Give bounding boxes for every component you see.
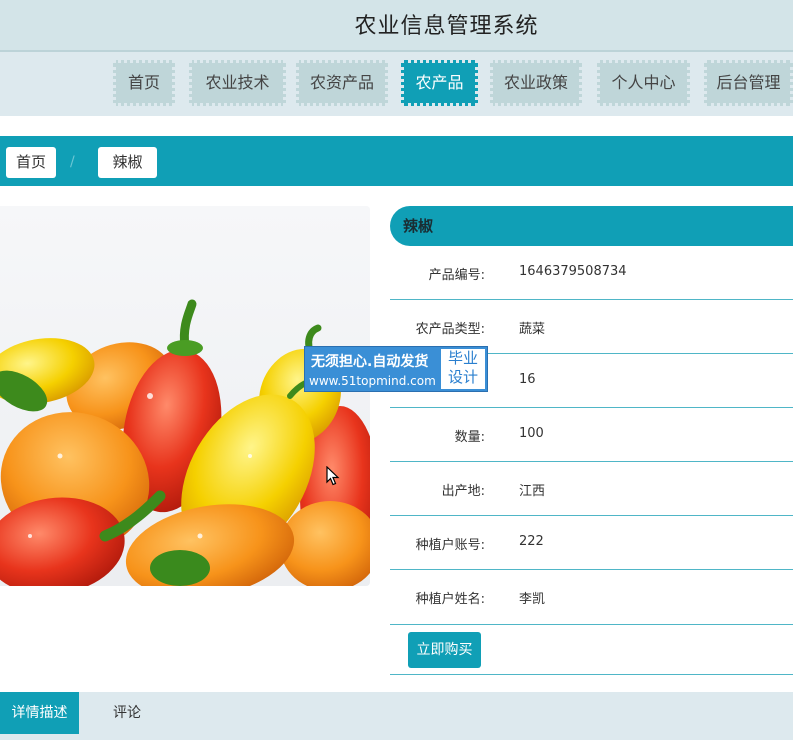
tab-details[interactable]: 详情描述 — [0, 692, 79, 734]
header: 农业信息管理系统 — [0, 0, 793, 52]
info-row-grower-name: 种植户姓名: 李凯 — [390, 570, 793, 624]
info-label: 出产地: — [441, 484, 485, 499]
watermark-text: 无须担心.自动发货 — [311, 354, 429, 370]
divider — [390, 624, 793, 625]
info-label: 数量: — [454, 430, 485, 445]
nav-item-admin[interactable]: 后台管理 — [704, 60, 793, 106]
nav-item-agri-supplies[interactable]: 农资产品 — [296, 60, 388, 106]
breadcrumb-current: 辣椒 — [98, 147, 157, 178]
pepper-image — [0, 206, 370, 586]
info-row-quantity: 数量: 100 — [390, 408, 793, 462]
info-value: 1646379508734 — [519, 264, 627, 279]
nav-item-agri-products[interactable]: 农产品 — [401, 60, 478, 106]
info-label: 产品编号: — [428, 268, 485, 283]
nav-item-home[interactable]: 首页 — [113, 60, 175, 106]
info-value: 222 — [519, 534, 544, 549]
divider — [390, 674, 793, 675]
info-label: 农产品类型: — [415, 322, 485, 337]
watermark-badge-bottom: 设计 — [447, 368, 478, 386]
product-info-panel: 辣椒 产品编号: 1646379508734 农产品类型: 蔬菜 16 数量: … — [390, 206, 793, 676]
info-value: 蔬菜 — [519, 322, 546, 337]
product-name: 辣椒 — [390, 206, 793, 246]
info-value: 100 — [519, 426, 544, 441]
nav-bar: 首页 农业技术 农资产品 农产品 农业政策 个人中心 后台管理 — [0, 52, 793, 116]
breadcrumb: 首页 / 辣椒 — [0, 136, 793, 186]
info-label: 种植户账号: — [415, 538, 485, 553]
buy-now-button[interactable]: 立即购买 — [408, 632, 481, 668]
info-value: 江西 — [519, 484, 546, 499]
nav-item-agri-tech[interactable]: 农业技术 — [189, 60, 286, 106]
breadcrumb-home[interactable]: 首页 — [6, 147, 56, 178]
watermark-banner: 无须担心.自动发货 www.51topmind.com 毕业 设计 — [304, 346, 488, 392]
mouse-cursor-icon — [326, 466, 340, 486]
nav-item-personal-center[interactable]: 个人中心 — [597, 60, 690, 106]
tab-comments[interactable]: 评论 — [92, 692, 162, 734]
pepper-image-art — [0, 206, 370, 586]
watermark-badge: 毕业 设计 — [441, 349, 485, 389]
info-row-origin: 出产地: 江西 — [390, 462, 793, 516]
info-label: 种植户姓名: — [415, 592, 485, 607]
info-row-grower-account: 种植户账号: 222 — [390, 516, 793, 570]
info-value: 16 — [519, 372, 536, 387]
info-row-product-id: 产品编号: 1646379508734 — [390, 246, 793, 300]
nav-item-agri-policy[interactable]: 农业政策 — [490, 60, 582, 106]
breadcrumb-separator: / — [70, 154, 75, 170]
watermark-badge-top: 毕业 — [447, 349, 478, 367]
site-title: 农业信息管理系统 — [354, 14, 539, 39]
detail-tabs: 详情描述 评论 — [0, 692, 793, 740]
watermark-url: www.51topmind.com — [309, 374, 436, 388]
info-value: 李凯 — [519, 592, 546, 607]
